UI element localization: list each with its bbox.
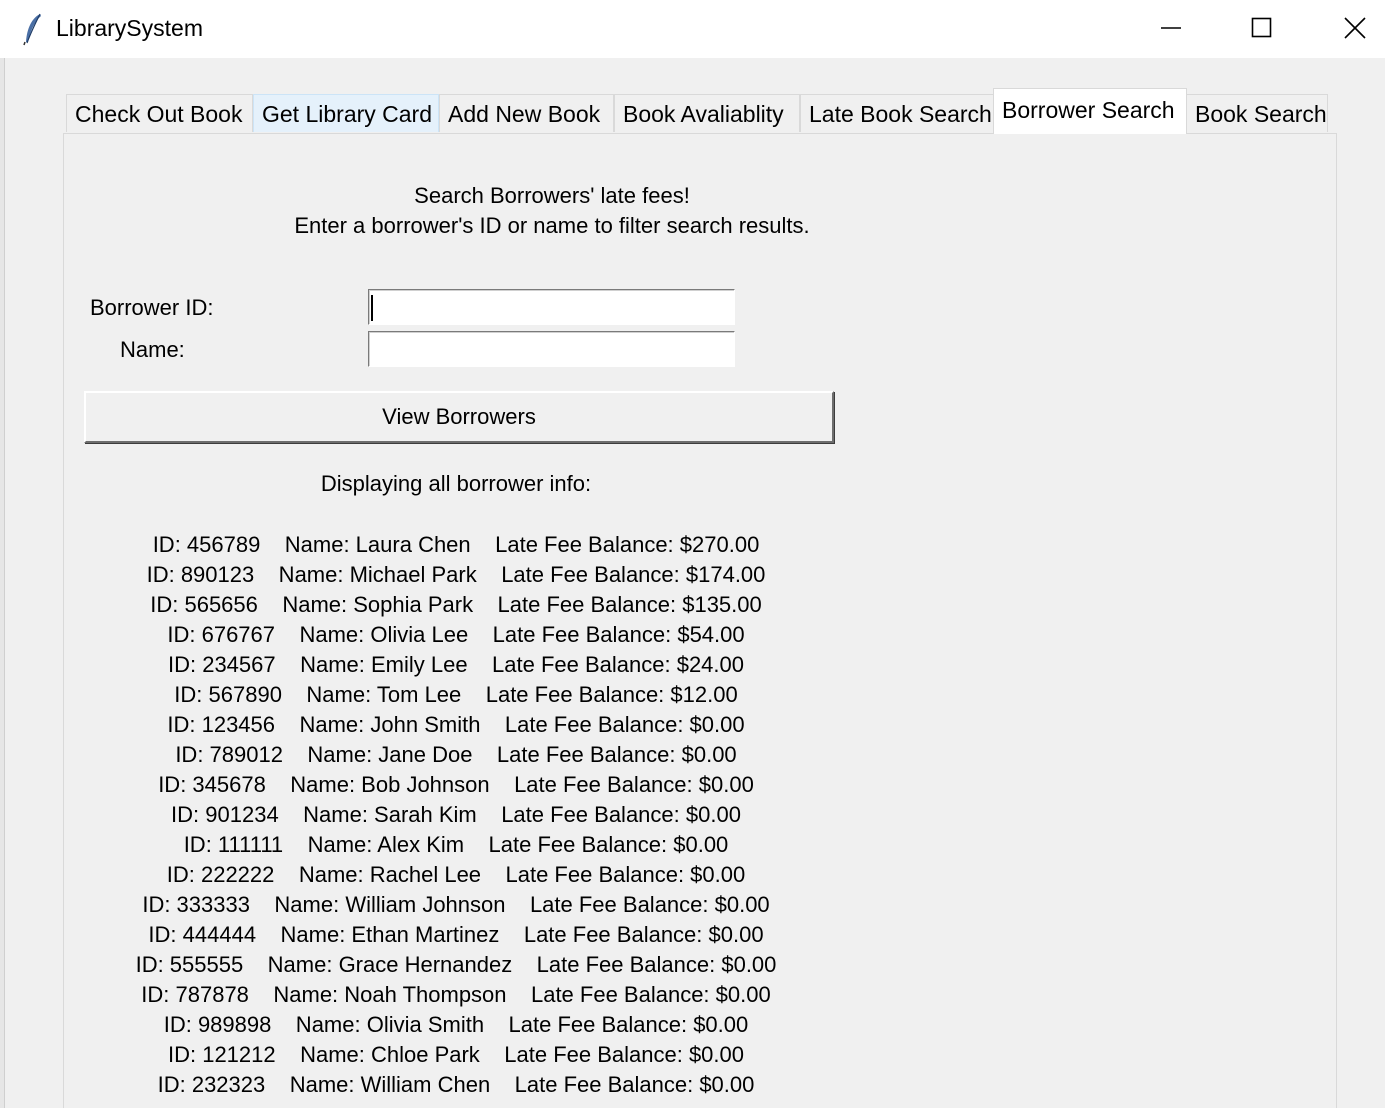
- results-list: ID: 456789 Name: Laura Chen Late Fee Bal…: [0, 530, 912, 1100]
- borrower-row: ID: 890123 Name: Michael Park Late Fee B…: [146, 562, 766, 587]
- borrower-row: ID: 565656 Name: Sophia Park Late Fee Ba…: [150, 592, 762, 617]
- feather-icon: [23, 13, 41, 46]
- close-icon: [1344, 17, 1366, 39]
- name-input[interactable]: [368, 331, 735, 367]
- text-cursor: [371, 295, 373, 321]
- tab-borrower-search[interactable]: Borrower Search: [993, 88, 1187, 134]
- borrower-row: ID: 123456 Name: John Smith Late Fee Bal…: [167, 712, 745, 737]
- borrower-row: ID: 787878 Name: Noah Thompson Late Fee …: [141, 982, 771, 1007]
- borrower-row: ID: 222222 Name: Rachel Lee Late Fee Bal…: [166, 862, 746, 887]
- borrower-id-label: Borrower ID:: [90, 295, 214, 320]
- title-bar[interactable]: LibrarySystem: [0, 0, 1385, 58]
- tab-get-library-card[interactable]: Get Library Card: [253, 94, 439, 132]
- app-window: LibrarySystem Check Out Book Get Library…: [0, 0, 1385, 1108]
- tab-book-availability[interactable]: Book Avaliablity: [614, 94, 800, 132]
- tab-late-book-search[interactable]: Late Book Search: [800, 94, 994, 132]
- borrower-row: ID: 555555 Name: Grace Hernandez Late Fe…: [135, 952, 777, 977]
- view-borrowers-button[interactable]: View Borrowers: [84, 391, 834, 443]
- results-title: Displaying all borrower info:: [320, 471, 592, 496]
- borrower-row: ID: 989898 Name: Olivia Smith Late Fee B…: [163, 1012, 749, 1037]
- tab-book-search[interactable]: Book Search: [1186, 94, 1328, 132]
- minimize-icon: [1161, 27, 1181, 29]
- tab-add-new-book[interactable]: Add New Book: [439, 94, 614, 132]
- borrower-row: ID: 345678 Name: Bob Johnson Late Fee Ba…: [158, 772, 754, 797]
- borrower-row: ID: 567890 Name: Tom Lee Late Fee Balanc…: [174, 682, 738, 707]
- header-title: Search Borrowers' late fees!: [414, 183, 690, 208]
- tab-check-out-book[interactable]: Check Out Book: [66, 94, 253, 132]
- borrower-row: ID: 789012 Name: Jane Doe Late Fee Balan…: [175, 742, 737, 767]
- borrower-row: ID: 901234 Name: Sarah Kim Late Fee Bala…: [171, 802, 741, 827]
- maximize-icon: [1251, 17, 1272, 38]
- borrower-row: ID: 121212 Name: Chloe Park Late Fee Bal…: [167, 1042, 744, 1067]
- borrower-row: ID: 456789 Name: Laura Chen Late Fee Bal…: [152, 532, 760, 557]
- window-title: LibrarySystem: [56, 15, 203, 41]
- borrower-row: ID: 444444 Name: Ethan Martinez Late Fee…: [148, 922, 764, 947]
- borrower-row: ID: 234567 Name: Emily Lee Late Fee Bala…: [167, 652, 744, 677]
- maximize-button[interactable]: [1216, 0, 1308, 56]
- borrower-row: ID: 111111 Name: Alex Kim Late Fee Balan…: [183, 832, 729, 857]
- header-instructions: Enter a borrower's ID or name to filter …: [294, 213, 810, 238]
- minimize-button[interactable]: [1125, 0, 1217, 56]
- borrower-row: ID: 232323 Name: William Chen Late Fee B…: [157, 1072, 755, 1097]
- name-label: Name:: [120, 337, 185, 362]
- close-button[interactable]: [1309, 0, 1385, 56]
- borrower-id-input[interactable]: [368, 289, 735, 325]
- borrower-row: ID: 676767 Name: Olivia Lee Late Fee Bal…: [167, 622, 745, 647]
- borrower-row: ID: 333333 Name: William Johnson Late Fe…: [142, 892, 770, 917]
